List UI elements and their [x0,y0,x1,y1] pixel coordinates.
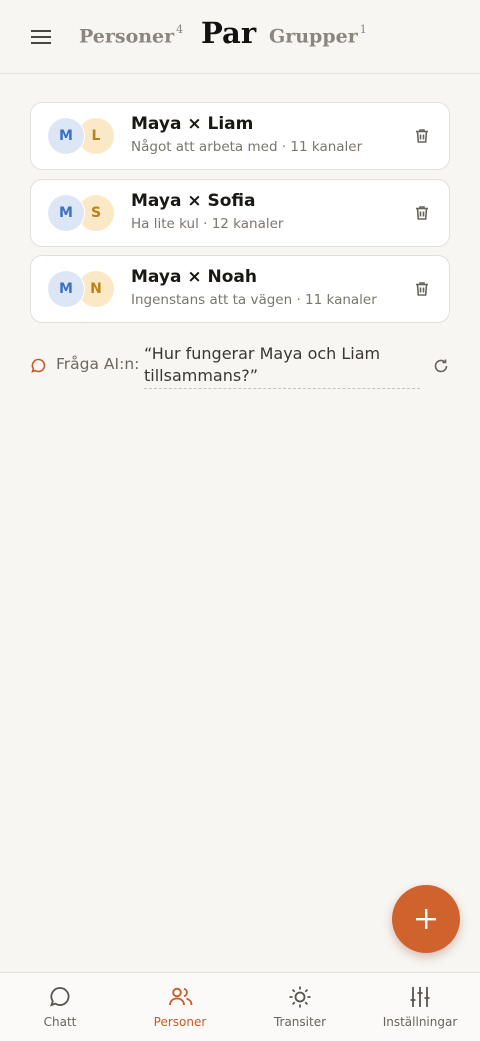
pair-card[interactable]: M S Maya × Sofia Ha lite kul · 12 kanale… [30,179,450,247]
tab-personer[interactable]: Personer 4 [79,23,184,48]
trash-icon[interactable] [413,204,431,222]
pair-subtitle: Ha lite kul · 12 kanaler [131,216,284,232]
tab-par[interactable]: Par [201,16,256,50]
nav-item-installningar[interactable]: Inställningar [360,973,480,1041]
plus-icon [416,909,436,929]
tab-personer-label: Personer [79,25,175,48]
pair-card[interactable]: M L Maya × Liam Något att arbeta med · 1… [30,102,450,170]
pair-card[interactable]: M N Maya × Noah Ingenstans att ta vägen … [30,255,450,323]
nav-label: Inställningar [382,1015,458,1029]
nav-item-transiter[interactable]: Transiter [240,973,360,1041]
nav-label: Personer [153,1015,207,1029]
top-header: Personer 4 Par Grupper 1 [0,0,480,74]
pair-title: Maya × Liam [131,114,254,134]
pair-title: Maya × Sofia [131,191,256,211]
add-pair-button[interactable] [392,885,460,953]
tab-grupper-count: 1 [359,23,367,36]
nav-label: Chatt [43,1015,77,1029]
tab-grupper-label: Grupper [269,25,358,48]
trash-icon[interactable] [413,127,431,145]
trash-icon[interactable] [413,280,431,298]
sun-icon [288,985,312,1009]
speech-bubble-icon [30,357,47,374]
avatar: M [48,118,84,154]
sliders-icon [408,985,432,1009]
ask-ai-row: Fråga AI:n: “Hur fungerar Maya och Liam … [30,340,450,390]
pair-subtitle: Ingenstans att ta vägen · 11 kanaler [131,292,377,308]
nav-label: Transiter [273,1015,327,1029]
ask-ai-input[interactable]: “Hur fungerar Maya och Liam tillsammans?… [144,343,420,389]
pair-title: Maya × Noah [131,267,257,287]
people-icon [168,985,193,1009]
tab-grupper[interactable]: Grupper 1 [269,23,367,48]
pair-subtitle: Något att arbeta med · 11 kanaler [131,139,363,155]
nav-item-chatt[interactable]: Chatt [0,973,120,1041]
tab-personer-count: 4 [176,23,184,36]
tab-par-label: Par [201,16,257,50]
avatar: M [48,271,84,307]
chat-bubble-icon [48,985,72,1009]
nav-item-personer[interactable]: Personer [120,973,240,1041]
avatar: M [48,195,84,231]
ask-ai-label: Fråga AI:n: [56,355,140,373]
bottom-navigation: Chatt Personer Transiter Inställningar [0,972,480,1041]
refresh-icon[interactable] [432,357,450,375]
hamburger-menu-icon[interactable] [28,24,54,50]
